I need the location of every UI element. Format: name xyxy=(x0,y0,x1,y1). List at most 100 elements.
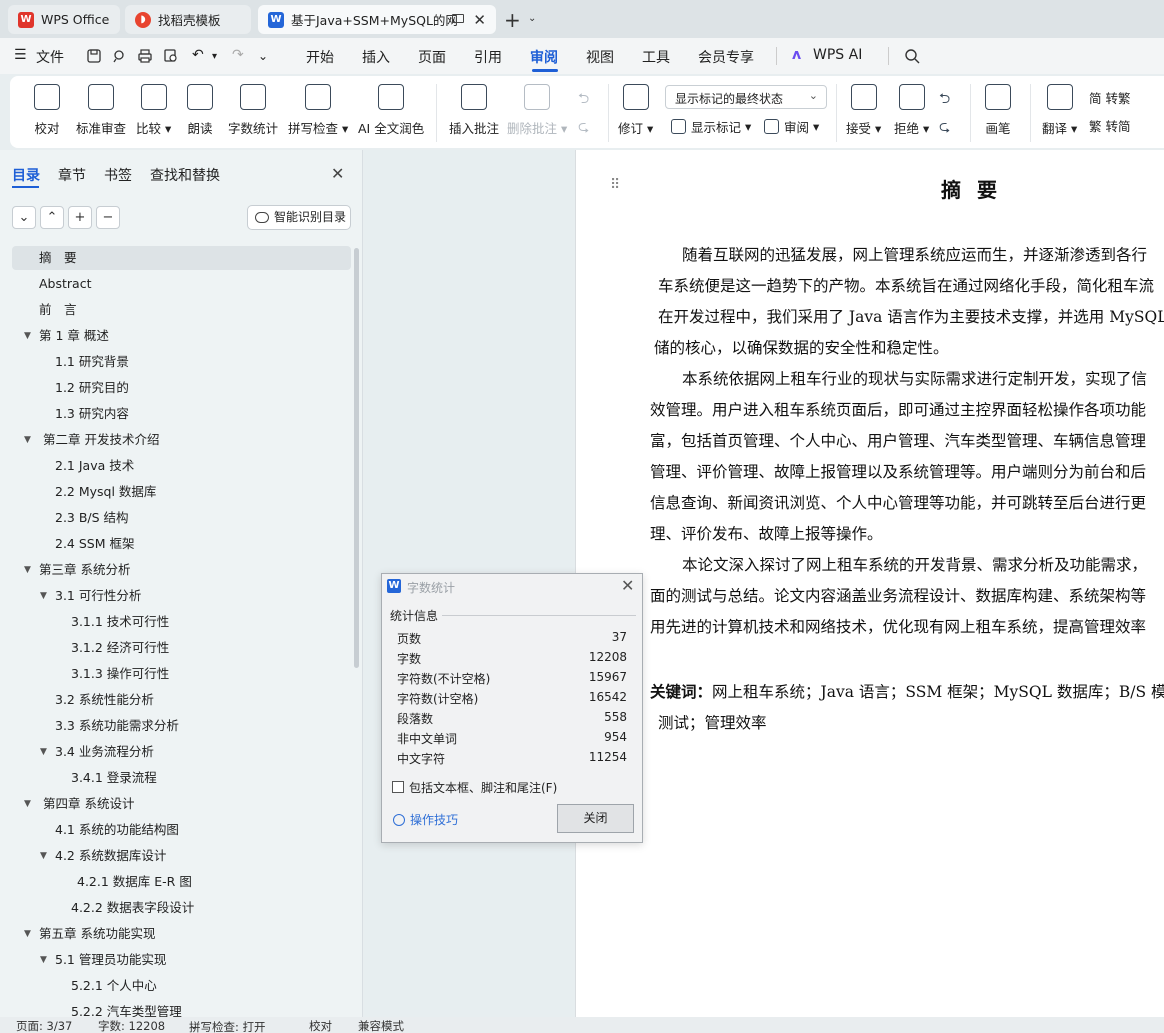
toc-item[interactable]: 3.2 系统性能分析 xyxy=(12,688,351,712)
print-preview-icon[interactable] xyxy=(163,48,179,64)
toc-item[interactable]: 3.1.2 经济可行性 xyxy=(12,636,351,660)
toc-item[interactable]: 1.2 研究目的 xyxy=(12,376,351,400)
toc-item[interactable]: ▼ 第二章 开发技术介绍 xyxy=(12,428,351,452)
undo-dropdown-icon[interactable]: ▾ xyxy=(212,51,217,62)
toc-item[interactable]: 3.4.1 登录流程 xyxy=(12,766,351,790)
toc-item[interactable]: 2.4 SSM 框架 xyxy=(12,532,351,556)
menu-view[interactable]: 视图 xyxy=(586,47,614,67)
close-panel-icon[interactable]: ✕ xyxy=(331,164,344,183)
menu-membership[interactable]: 会员专享 xyxy=(698,47,754,67)
compare-button[interactable]: 比较 ▾ xyxy=(136,80,171,137)
previous-comment-icon[interactable]: ⮌ xyxy=(578,88,589,112)
toc-item[interactable]: ▼ 3.1 可行性分析 xyxy=(12,584,351,608)
more-chevron-icon[interactable]: ⌄ xyxy=(258,49,268,63)
expand-triangle-icon[interactable]: ▼ xyxy=(24,922,31,946)
expand-triangle-icon[interactable]: ▼ xyxy=(24,792,31,816)
expand-triangle-icon[interactable]: ▼ xyxy=(24,428,31,452)
close-button[interactable]: 关闭 xyxy=(557,804,634,833)
new-tab-plus-icon[interactable]: + xyxy=(504,8,521,32)
toc-item[interactable]: ▼ 第三章 系统分析 xyxy=(12,558,351,582)
toc-item[interactable]: 3.1.1 技术可行性 xyxy=(12,610,351,634)
expand-triangle-icon[interactable]: ▼ xyxy=(40,948,47,972)
previous-change-icon[interactable]: ⮌ xyxy=(939,88,950,112)
expand-triangle-icon[interactable]: ▼ xyxy=(40,740,47,764)
menu-references[interactable]: 引用 xyxy=(474,47,502,67)
undo-icon[interactable]: ↶ xyxy=(192,47,204,63)
menu-review[interactable]: 审阅 xyxy=(530,47,558,67)
standard-review-button[interactable]: 标准审查 xyxy=(76,80,126,137)
menu-home[interactable]: 开始 xyxy=(306,47,334,67)
toc-item[interactable]: 5.2.1 个人中心 xyxy=(12,974,351,998)
toc-item[interactable]: 1.1 研究背景 xyxy=(12,350,351,374)
menu-tools[interactable]: 工具 xyxy=(642,47,670,67)
tab-wps-office[interactable]: W WPS Office xyxy=(8,5,120,34)
status-spell-check[interactable]: 拼写检查: 打开 ⌄ xyxy=(189,1018,266,1033)
toc-item[interactable]: 2.2 Mysql 数据库 xyxy=(12,480,351,504)
translate-button[interactable]: 翻译 ▾ xyxy=(1042,80,1077,137)
toc-item[interactable]: 1.3 研究内容 xyxy=(12,402,351,426)
review-pane-button[interactable]: 审阅 ▾ xyxy=(764,117,819,136)
expand-up-button[interactable]: ⌃ xyxy=(40,206,64,229)
toc-item[interactable]: 3.1.3 操作可行性 xyxy=(12,662,351,686)
toc-item[interactable]: 摘 要 xyxy=(12,246,351,270)
track-changes-button[interactable]: 修订 ▾ xyxy=(618,80,653,137)
toc-item[interactable]: 4.2.2 数据表字段设计 xyxy=(12,896,351,920)
tab-current-document[interactable]: W 基于Java+SSM+MySQL的网 ✕ xyxy=(258,5,496,34)
tab-find-replace[interactable]: 查找和替换 xyxy=(150,165,220,185)
toc-item[interactable]: ▼ 第 1 章 概述 xyxy=(12,324,351,348)
toc-item[interactable]: ▼ 3.4 业务流程分析 xyxy=(12,740,351,764)
status-proofread[interactable]: 校对 xyxy=(309,1018,332,1033)
toc-item[interactable]: ▼ 第五章 系统功能实现 xyxy=(12,922,351,946)
accept-button[interactable]: 接受 ▾ xyxy=(846,80,881,137)
dialog-close-icon[interactable]: ✕ xyxy=(621,576,634,595)
save-icon[interactable] xyxy=(86,48,102,64)
menu-insert[interactable]: 插入 xyxy=(362,47,390,67)
toc-item[interactable]: ▼ 4.2 系统数据库设计 xyxy=(12,844,351,868)
toc-scrollbar[interactable] xyxy=(354,248,359,668)
expand-triangle-icon[interactable]: ▼ xyxy=(40,584,47,608)
toc-item[interactable]: 5.2.2 汽车类型管理 xyxy=(12,1000,351,1017)
redo-icon[interactable]: ↷ xyxy=(232,47,244,63)
toc-item[interactable]: 4.1 系统的功能结构图 xyxy=(12,818,351,842)
show-markup-button[interactable]: 显示标记 ▾ xyxy=(671,117,751,136)
monitor-icon[interactable] xyxy=(452,14,464,23)
toc-item[interactable]: ▼ 5.1 管理员功能实现 xyxy=(12,948,351,972)
menu-page[interactable]: 页面 xyxy=(418,47,446,67)
tab-docer-templates[interactable]: ◗ 找稻壳模板 xyxy=(125,5,251,34)
toc-item[interactable]: Abstract xyxy=(12,272,351,296)
status-word-count[interactable]: 字数: 12208 xyxy=(98,1018,165,1033)
next-comment-icon[interactable]: ⮎ xyxy=(578,116,589,140)
remove-heading-button[interactable]: − xyxy=(96,206,120,229)
search-icon[interactable] xyxy=(904,48,920,64)
smart-toc-button[interactable]: 智能识别目录 xyxy=(247,205,351,230)
next-change-icon[interactable]: ⮎ xyxy=(939,116,950,140)
reject-button[interactable]: 拒绝 ▾ xyxy=(894,80,929,137)
delete-comment-button[interactable]: 删除批注 ▾ xyxy=(507,80,567,137)
add-heading-button[interactable]: + xyxy=(68,206,92,229)
tab-toc[interactable]: 目录 xyxy=(12,165,40,185)
to-traditional-button[interactable]: 简 转繁 xyxy=(1089,88,1130,107)
collapse-all-button[interactable]: ⌄ xyxy=(12,206,36,229)
word-count-button[interactable]: 字数统计 xyxy=(228,80,278,137)
open-icon[interactable] xyxy=(111,48,127,64)
pen-button[interactable]: 画笔 xyxy=(985,80,1011,137)
display-mode-select[interactable]: 显示标记的最终状态 ⌄ xyxy=(665,85,827,109)
spell-check-button[interactable]: 拼写检查 ▾ xyxy=(288,80,348,137)
insert-comment-button[interactable]: 插入批注 xyxy=(449,80,499,137)
tab-bookmarks[interactable]: 书签 xyxy=(104,165,132,185)
menu-wps-ai[interactable]: WPS AI xyxy=(813,47,862,63)
expand-triangle-icon[interactable]: ▼ xyxy=(40,844,47,868)
ai-polish-button[interactable]: AI 全文润色 xyxy=(358,80,424,137)
tab-sections[interactable]: 章节 xyxy=(58,165,86,185)
read-aloud-button[interactable]: 朗读 xyxy=(187,80,213,137)
status-page[interactable]: 页面: 3/37 xyxy=(16,1018,72,1033)
toc-item[interactable]: 4.2.1 数据库 E-R 图 xyxy=(12,870,351,894)
toc-item[interactable]: 3.3 系统功能需求分析 xyxy=(12,714,351,738)
hamburger-menu-icon[interactable]: ☰ xyxy=(14,47,27,63)
tips-link[interactable]: 操作技巧 xyxy=(393,811,458,828)
toc-item[interactable]: 2.1 Java 技术 xyxy=(12,454,351,478)
document-page[interactable]: ⠿ 摘要 随着互联网的迅猛发展，网上管理系统应运而生，并逐渐渗透到各行 车系统便是… xyxy=(575,150,1164,1017)
toc-item[interactable]: 前 言 xyxy=(12,298,351,322)
print-icon[interactable] xyxy=(137,48,153,64)
expand-triangle-icon[interactable]: ▼ xyxy=(24,558,31,582)
